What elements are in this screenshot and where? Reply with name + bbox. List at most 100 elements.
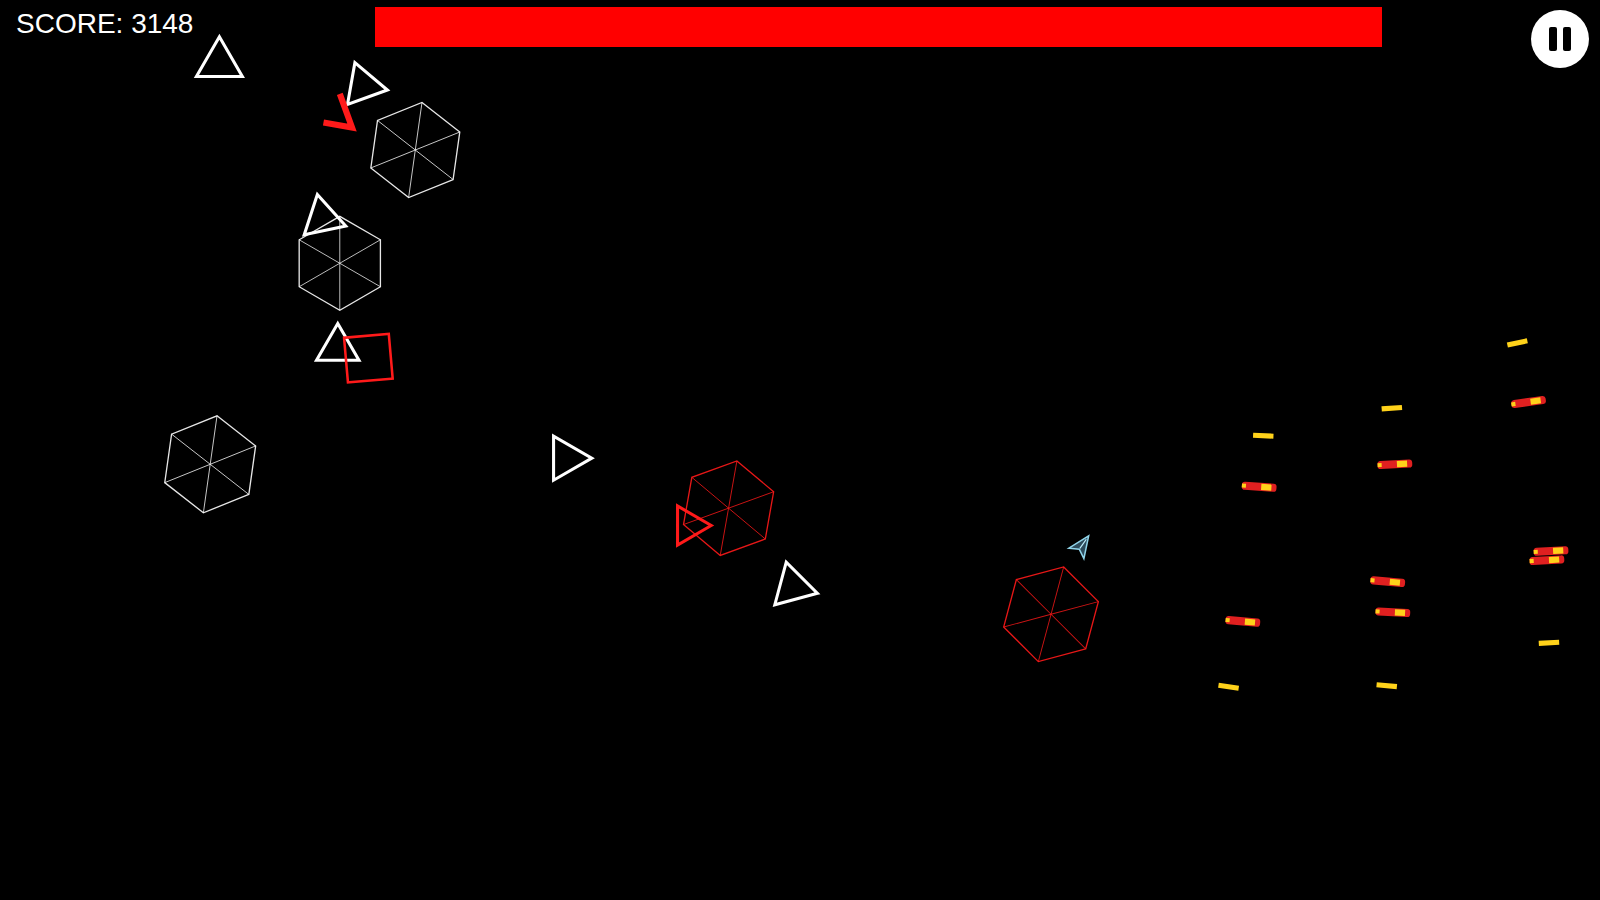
missile-projectile — [1529, 555, 1564, 565]
hexagon-spoke — [1045, 614, 1092, 649]
triangle-enemy — [775, 562, 823, 614]
hexagon-spoke — [720, 508, 728, 555]
missile-projectile — [1533, 546, 1568, 556]
hexagon-spoke — [1010, 580, 1057, 615]
hexagon-spoke — [371, 144, 415, 174]
hexagon-spoke — [299, 240, 340, 263]
hexagon-outline — [368, 97, 464, 204]
triangle-outline — [348, 63, 392, 111]
pause-bar-icon — [1549, 27, 1557, 51]
pause-bar-icon — [1563, 27, 1571, 51]
score-label: SCORE: 3148 — [16, 6, 193, 42]
shot-projectile — [1507, 338, 1528, 347]
hexagon-spoke — [688, 477, 733, 508]
hexagon-enemy — [299, 216, 380, 310]
missile-tail — [1242, 483, 1246, 487]
hexagon-spoke — [729, 461, 737, 508]
hexagon-enemy — [997, 556, 1104, 673]
hexagon-spoke — [165, 458, 210, 488]
shot-body — [1507, 338, 1528, 347]
triangle-enemy — [297, 190, 346, 235]
missile-flame — [1395, 609, 1406, 616]
chevron-enemy — [323, 94, 352, 128]
hexagon-spoke — [299, 263, 340, 286]
missile-projectile — [1375, 607, 1410, 617]
hexagon-spoke — [1004, 603, 1051, 638]
hexagon-outline — [161, 410, 259, 519]
hexagon-enemy — [161, 410, 259, 519]
hexagon-spoke — [203, 464, 210, 513]
shot-body — [1253, 433, 1274, 439]
triangle-enemy — [317, 323, 359, 360]
hexagon-outline — [299, 216, 380, 310]
ship-hull — [1069, 531, 1096, 559]
hexagon-outline — [997, 556, 1104, 673]
pause-button[interactable] — [1531, 10, 1589, 68]
missile-body — [1225, 616, 1260, 627]
missile-projectile — [1370, 576, 1405, 587]
hexagon-spoke — [1038, 614, 1051, 661]
missile-tail — [1511, 402, 1516, 407]
triangle-outline — [775, 562, 823, 614]
triangle-outline — [317, 323, 359, 360]
missile-flame — [1390, 579, 1401, 586]
missile-flame — [1530, 397, 1541, 404]
ship-stripe — [1080, 539, 1086, 548]
hexagon-outline — [679, 454, 777, 563]
missile-projectile — [1242, 481, 1277, 492]
health-fill — [375, 7, 1382, 47]
missile-tail — [1225, 618, 1229, 622]
hexagon-spoke — [729, 485, 774, 516]
health-bar — [375, 7, 1382, 47]
missile-tail — [1534, 550, 1538, 554]
hexagon-spoke — [1051, 591, 1098, 626]
missile-body — [1511, 396, 1546, 409]
triangle-outline — [196, 37, 242, 77]
chevron-outline — [323, 94, 352, 128]
hexagon-spoke — [339, 263, 340, 310]
shot-projectile — [1381, 405, 1402, 412]
missile-flame — [1261, 484, 1272, 491]
shot-projectile — [1539, 640, 1560, 646]
shot-projectile — [1376, 682, 1397, 689]
missile-tail — [1370, 578, 1374, 582]
missile-body — [1242, 481, 1277, 492]
missile-tail — [1530, 559, 1534, 563]
shot-body — [1376, 682, 1397, 689]
shot-body — [1218, 683, 1239, 691]
missile-body — [1377, 459, 1412, 469]
triangle-enemy — [196, 37, 242, 77]
hexagon-spoke — [1051, 567, 1064, 614]
missile-projectile — [1225, 616, 1260, 627]
square-outline — [344, 334, 393, 383]
hexagon-spoke — [724, 508, 769, 539]
missile-flame — [1245, 619, 1256, 626]
hexagon-spoke — [415, 103, 422, 150]
shot-body — [1539, 640, 1560, 646]
hexagon-spoke — [340, 240, 381, 263]
missile-body — [1529, 555, 1564, 565]
hexagon-spoke — [412, 150, 456, 180]
shot-projectile — [1218, 683, 1239, 691]
missile-body — [1370, 576, 1405, 587]
play-field[interactable] — [0, 0, 1600, 900]
triangle-outline — [678, 506, 712, 545]
missile-flame — [1553, 547, 1564, 554]
hexagon-spoke — [168, 434, 213, 464]
square-enemy — [344, 334, 393, 383]
hexagon-spoke — [340, 263, 381, 286]
triangle-enemy — [678, 506, 712, 545]
hexagon-spoke — [415, 126, 459, 156]
missile-flame — [1549, 557, 1560, 564]
triangle-outline — [297, 190, 346, 235]
shot-projectile — [1253, 433, 1274, 439]
hexagon-spoke — [339, 216, 340, 263]
hexagon-enemy — [679, 454, 777, 563]
triangle-enemy — [348, 63, 392, 111]
game-canvas[interactable]: SCORE: 3148 — [0, 0, 1600, 900]
missile-body — [1375, 607, 1410, 617]
hexagon-spoke — [207, 464, 252, 494]
player-ship-icon[interactable] — [1069, 531, 1096, 559]
hexagon-spoke — [374, 120, 418, 150]
missile-tail — [1375, 609, 1379, 613]
